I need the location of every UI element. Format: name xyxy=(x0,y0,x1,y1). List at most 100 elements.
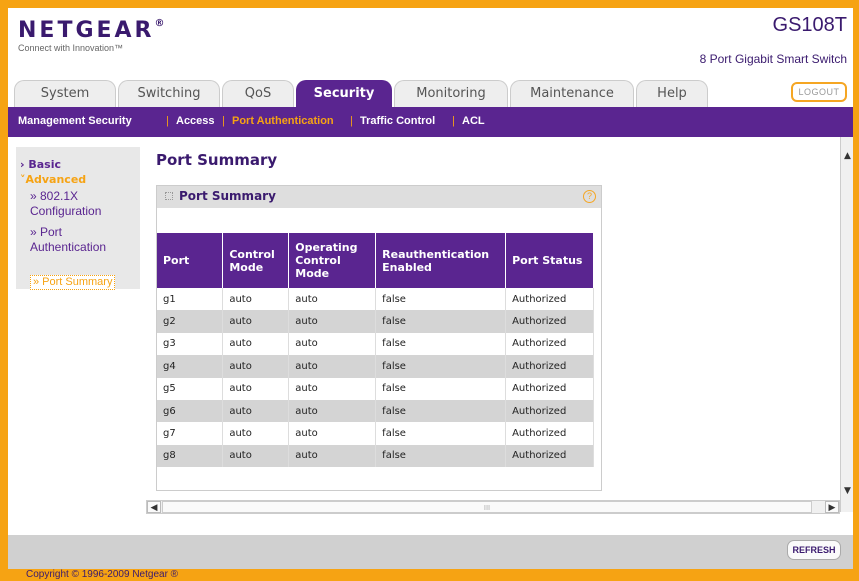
operating-mode-cell: auto xyxy=(288,422,377,445)
subnav-port-authentication[interactable]: Port Authentication xyxy=(232,115,334,127)
table-row: g7 auto auto false Authorized xyxy=(157,422,594,445)
table-row: g8 auto auto false Authorized xyxy=(157,444,594,468)
table-header-row: Port Control Mode Operating Control Mode… xyxy=(157,233,594,288)
panel-grip-icon xyxy=(165,192,173,200)
port-cell: g7 xyxy=(157,422,224,445)
model-name: GS108T xyxy=(772,14,847,36)
port-cell: g8 xyxy=(157,444,224,468)
reauth-cell: false xyxy=(375,355,507,378)
tab-system[interactable]: System xyxy=(14,80,116,107)
port-cell: g6 xyxy=(157,399,224,423)
sub-navigation: Management Security | Access | Port Auth… xyxy=(8,107,853,137)
table-row: g5 auto auto false Authorized xyxy=(157,377,594,400)
status-cell: Authorized xyxy=(505,444,594,468)
sidebar-basic[interactable]: › Basic xyxy=(20,158,61,171)
subnav-traffic-control[interactable]: Traffic Control xyxy=(360,115,435,127)
status-cell: Authorized xyxy=(505,288,594,311)
column-header: Port xyxy=(157,233,224,288)
scroll-left-icon[interactable]: ◀ xyxy=(147,501,161,513)
content-area: › Basic ˅Advanced » 802.1X Configuration… xyxy=(8,137,853,535)
page-title: Port Summary xyxy=(156,151,278,169)
port-cell: g2 xyxy=(157,310,224,333)
logout-button[interactable]: LOGOUT xyxy=(791,82,847,102)
status-cell: Authorized xyxy=(505,399,594,423)
tab-help[interactable]: Help xyxy=(636,80,708,107)
subnav-acl[interactable]: ACL xyxy=(462,115,485,127)
table-row: g2 auto auto false Authorized xyxy=(157,310,594,333)
table-row: g4 auto auto false Authorized xyxy=(157,355,594,378)
tab-security[interactable]: Security xyxy=(296,80,392,107)
column-header: Control Mode xyxy=(222,233,290,288)
operating-mode-cell: auto xyxy=(288,332,377,356)
copyright-footer: Copyright © 1996-2009 Netgear ® xyxy=(26,569,179,580)
table-row: g3 auto auto false Authorized xyxy=(157,332,594,356)
control-mode-cell: auto xyxy=(222,288,290,311)
bottom-bar: REFRESH xyxy=(8,535,853,569)
operating-mode-cell: auto xyxy=(288,355,377,378)
subnav-separator: | xyxy=(350,115,353,127)
header: NETGEAR® Connect with Innovation™ GS108T… xyxy=(8,8,853,80)
tab-monitoring[interactable]: Monitoring xyxy=(394,80,508,107)
control-mode-cell: auto xyxy=(222,444,290,468)
reauth-cell: false xyxy=(375,399,507,423)
control-mode-cell: auto xyxy=(222,310,290,333)
status-cell: Authorized xyxy=(505,332,594,356)
table-row: g1 auto auto false Authorized xyxy=(157,288,594,311)
reauth-cell: false xyxy=(375,310,507,333)
reauth-cell: false xyxy=(375,332,507,356)
horizontal-scrollbar[interactable]: ◀ III ▶ xyxy=(146,500,840,514)
port-cell: g4 xyxy=(157,355,224,378)
operating-mode-cell: auto xyxy=(288,377,377,400)
port-cell: g3 xyxy=(157,332,224,356)
refresh-button[interactable]: REFRESH xyxy=(787,540,841,560)
status-cell: Authorized xyxy=(505,422,594,445)
status-cell: Authorized xyxy=(505,310,594,333)
port-summary-table: Port Control Mode Operating Control Mode… xyxy=(157,233,594,468)
tab-switching[interactable]: Switching xyxy=(118,80,220,107)
sidebar-advanced[interactable]: ˅Advanced xyxy=(20,173,86,186)
column-header: Port Status xyxy=(505,233,594,288)
netgear-logo: NETGEAR® xyxy=(18,18,168,43)
column-header: Reauthentication Enabled xyxy=(375,233,507,288)
port-summary-panel: Port Summary ? Port Control Mode Operati… xyxy=(156,185,602,491)
subnav-separator: | xyxy=(222,115,225,127)
sidebar: › Basic ˅Advanced » 802.1X Configuration… xyxy=(16,147,140,290)
subnav-management-security[interactable]: Management Security xyxy=(18,115,132,127)
control-mode-cell: auto xyxy=(222,332,290,356)
table-row: g6 auto auto false Authorized xyxy=(157,399,594,423)
model-description: 8 Port Gigabit Smart Switch xyxy=(699,52,847,66)
panel-header: Port Summary ? xyxy=(157,186,601,208)
scroll-up-icon[interactable]: ▲ xyxy=(842,150,853,163)
sidebar-item-802-1x-configuration[interactable]: » 802.1X Configuration xyxy=(30,189,140,219)
reauth-cell: false xyxy=(375,422,507,445)
operating-mode-cell: auto xyxy=(288,288,377,311)
sidebar-item-port-authentication[interactable]: » Port Authentication xyxy=(30,225,140,255)
operating-mode-cell: auto xyxy=(288,444,377,468)
status-cell: Authorized xyxy=(505,355,594,378)
status-cell: Authorized xyxy=(505,377,594,400)
subnav-separator: | xyxy=(166,115,169,127)
port-cell: g5 xyxy=(157,377,224,400)
sidebar-item-port-summary[interactable]: » Port Summary xyxy=(30,275,116,290)
subnav-separator: | xyxy=(452,115,455,127)
scroll-right-icon[interactable]: ▶ xyxy=(825,501,839,513)
tab-qos[interactable]: QoS xyxy=(222,80,294,107)
vertical-scrollbar[interactable]: ▲ ▼ xyxy=(840,137,853,512)
operating-mode-cell: auto xyxy=(288,399,377,423)
port-cell: g1 xyxy=(157,288,224,311)
reauth-cell: false xyxy=(375,444,507,468)
reauth-cell: false xyxy=(375,288,507,311)
control-mode-cell: auto xyxy=(222,422,290,445)
scroll-down-icon[interactable]: ▼ xyxy=(842,485,853,498)
control-mode-cell: auto xyxy=(222,355,290,378)
reauth-cell: false xyxy=(375,377,507,400)
subnav-access[interactable]: Access xyxy=(176,115,215,127)
operating-mode-cell: auto xyxy=(288,310,377,333)
control-mode-cell: auto xyxy=(222,377,290,400)
control-mode-cell: auto xyxy=(222,399,290,423)
main-tabs: System Switching QoS Security Monitoring… xyxy=(8,80,853,107)
tagline: Connect with Innovation™ xyxy=(18,43,124,53)
help-icon[interactable]: ? xyxy=(583,190,596,203)
tab-maintenance[interactable]: Maintenance xyxy=(510,80,634,107)
horizontal-scroll-thumb[interactable]: III xyxy=(162,501,812,513)
